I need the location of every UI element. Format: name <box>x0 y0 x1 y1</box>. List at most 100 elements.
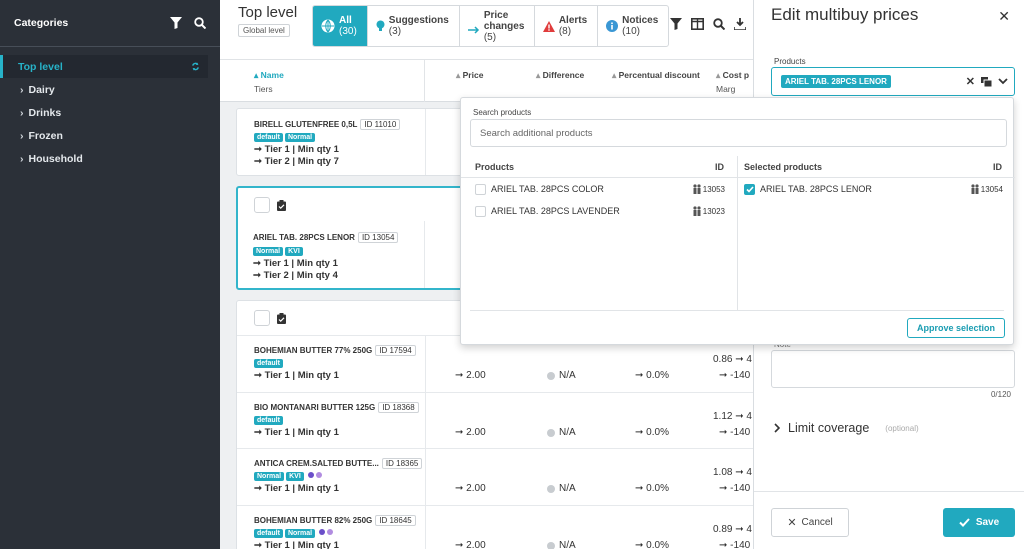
badge-normal: Normal <box>254 472 285 481</box>
product-name: ARIEL TAB. 28PCS LENOR <box>253 233 355 242</box>
close-icon: ✕ <box>787 517 797 529</box>
pct-discount-value: 0.0% <box>646 370 669 381</box>
download-icon[interactable] <box>734 18 746 30</box>
save-button[interactable]: Save <box>943 508 1015 537</box>
badge-normal: Normal <box>284 133 316 142</box>
tier-label: Tier 2 | Min qty 7 <box>264 156 339 167</box>
search-icon[interactable] <box>713 18 725 30</box>
selected-product-chip[interactable]: ARIEL TAB. 28PCS LENOR <box>781 75 891 88</box>
arrow-right-icon: ➞ <box>254 540 265 549</box>
sidebar-item-household[interactable]: › Household <box>0 147 220 170</box>
selected-products-header: Selected products ID <box>738 156 1015 178</box>
column-name[interactable]: ▴ Name Tiers <box>254 70 284 94</box>
level-subtitle: Global level <box>238 24 290 37</box>
table-row[interactable]: ANTICA CREM.SALTED BUTTE... ID 18365 Norm… <box>237 449 757 506</box>
price-value: 2.00 <box>466 540 486 549</box>
cancel-label: Cancel <box>801 517 833 528</box>
sidebar-item-dairy[interactable]: › Dairy <box>0 78 220 101</box>
column-tiers-label: Tiers <box>254 84 273 94</box>
cancel-button[interactable]: ✕ Cancel <box>771 508 849 537</box>
available-products-header: Products ID <box>461 156 737 178</box>
sidebar-header: Categories <box>0 0 220 46</box>
id-header-label: ID <box>993 161 1002 172</box>
filter-icon[interactable] <box>170 17 182 29</box>
product-checkbox[interactable] <box>475 205 486 217</box>
row-checkbox[interactable] <box>254 310 270 326</box>
tab-label: All <box>339 15 352 26</box>
top-bar: Top level Global level All (30) Suggestio… <box>220 0 770 60</box>
clipboard-check-icon[interactable] <box>277 312 286 324</box>
product-checkbox[interactable] <box>475 183 486 195</box>
clear-icon[interactable]: ✕ <box>966 75 975 88</box>
copy-icon[interactable] <box>981 76 992 87</box>
search-products-input[interactable]: Search additional products <box>470 119 1007 147</box>
category-sidebar: Categories Top level › Dairy › Drinks › Fro… <box>0 0 220 549</box>
chevron-right-icon: › <box>20 129 24 142</box>
tab-notices[interactable]: Notices (10) <box>598 6 668 46</box>
list-item[interactable]: ARIEL TAB. 28PCS COLOR 13053 <box>461 178 737 200</box>
chevron-right-icon <box>774 423 780 433</box>
product-name: BOHEMIAN BUTTER 82% 250G <box>254 516 373 525</box>
difference-value: N/A <box>559 370 576 381</box>
column-percentual-discount[interactable]: ▴ Percentual discount <box>612 70 700 81</box>
filter-icon[interactable] <box>670 18 682 30</box>
product-option-name: ARIEL TAB. 28PCS COLOR <box>491 184 604 194</box>
tab-alerts[interactable]: Alerts (8) <box>535 6 599 46</box>
chevron-right-icon: › <box>20 83 24 96</box>
column-price-label: Price <box>462 70 484 80</box>
note-textarea[interactable] <box>771 350 1015 388</box>
sidebar-item-drinks[interactable]: › Drinks <box>0 101 220 124</box>
approve-selection-button[interactable]: Approve selection <box>906 318 1005 338</box>
row-checkbox[interactable] <box>254 197 270 213</box>
product-checkbox-checked[interactable] <box>744 183 755 195</box>
product-name: BOHEMIAN BUTTER 77% 250G <box>254 346 373 355</box>
column-margin-label: Marg <box>716 84 736 94</box>
warning-icon <box>542 20 555 32</box>
limit-coverage-toggle[interactable]: Limit coverage (optional) <box>774 421 919 435</box>
clipboard-check-icon[interactable] <box>277 199 286 211</box>
tab-label: Alerts <box>558 15 588 26</box>
columns-icon[interactable] <box>691 18 704 30</box>
arrow-right-icon: ➞ <box>253 258 264 269</box>
product-id: ID 17594 <box>375 345 416 356</box>
selected-header-label: Selected products <box>744 161 823 172</box>
cost-value: 0.89 <box>713 524 733 535</box>
close-icon[interactable]: ✕ <box>998 8 1010 25</box>
panel-title: Edit multibuy prices <box>771 5 919 24</box>
family-icon <box>692 184 702 194</box>
badge-default: default <box>254 529 283 538</box>
chevron-right-icon: › <box>20 152 24 165</box>
sidebar-item-top-level[interactable]: Top level <box>0 55 208 78</box>
column-difference-label: Difference <box>542 70 585 80</box>
margin-value: -140 <box>730 540 751 549</box>
sidebar-item-label: Frozen <box>28 129 63 142</box>
pct-discount-value: 0.0% <box>646 540 669 549</box>
column-price[interactable]: ▴ Price <box>456 70 483 81</box>
sidebar-item-label: Top level <box>18 60 63 73</box>
table-row[interactable]: BIO MONTANARI BUTTER 125G ID 18368 defaul… <box>237 393 757 449</box>
sidebar-item-frozen[interactable]: › Frozen <box>0 124 220 147</box>
filter-tabs: All (30) Suggestions (3) Price changes (5) … <box>312 5 670 47</box>
tab-suggestions[interactable]: Suggestions (3) <box>368 6 460 46</box>
globe-icon <box>321 19 335 33</box>
margin-value: -140 <box>730 370 751 381</box>
column-cost-price[interactable]: ▴ Cost p Marg <box>716 70 749 94</box>
arrow-right-icon: ➞ <box>254 427 265 438</box>
column-difference[interactable]: ▴ Difference <box>536 70 584 81</box>
search-icon[interactable] <box>194 17 206 29</box>
sidebar-item-label: Household <box>28 152 83 165</box>
badge-normal: Normal <box>284 529 316 538</box>
tab-price-changes[interactable]: Price changes (5) <box>460 6 535 46</box>
product-name: BIRELL GLUTENFREE 0,5L <box>254 120 358 129</box>
products-select[interactable]: ARIEL TAB. 28PCS LENOR ✕ <box>771 67 1015 96</box>
margin-value: -140 <box>730 427 751 438</box>
chevron-down-icon[interactable] <box>998 78 1008 85</box>
arrow-right-icon: ➞ <box>253 270 264 281</box>
table-row[interactable]: BOHEMIAN BUTTER 82% 250G ID 18645 default… <box>237 506 757 549</box>
tier-label: Tier 1 | Min qty 1 <box>264 427 339 438</box>
list-item[interactable]: ARIEL TAB. 28PCS LAVENDER 13023 <box>461 200 737 222</box>
tab-count: (8) <box>558 26 572 37</box>
column-pct-label: Percentual discount <box>618 70 700 80</box>
list-item[interactable]: ARIEL TAB. 28PCS LENOR 13054 <box>738 178 1015 200</box>
tab-all[interactable]: All (30) <box>313 6 368 46</box>
